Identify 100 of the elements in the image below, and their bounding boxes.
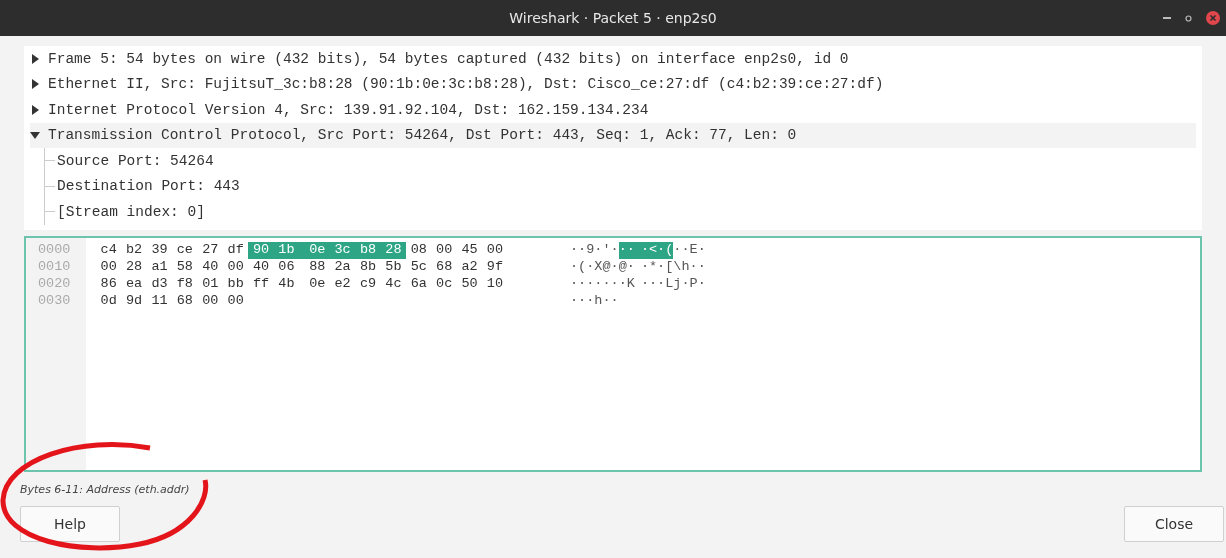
ascii-char[interactable]: @ <box>602 259 611 276</box>
collapse-arrow-icon[interactable] <box>30 130 40 141</box>
hex-byte[interactable]: d3 <box>146 276 173 293</box>
tree-item[interactable]: Ethernet II, Src: FujitsuT_3c:b8:28 (90:1b:0e:3c:b8:28), Dst: Cisco_ce:27:df (c4:b2:39:ce:27:df) <box>30 71 1196 97</box>
ascii-char[interactable]: · <box>697 276 706 293</box>
ascii-char[interactable]: ' <box>602 242 611 259</box>
hex-byte[interactable]: 8b <box>355 259 381 276</box>
hex-byte[interactable]: 68 <box>431 259 457 276</box>
ascii-char[interactable]: · <box>610 276 619 293</box>
hex-byte[interactable]: 86 <box>96 276 122 293</box>
ascii-char[interactable]: · <box>697 242 706 259</box>
hex-byte[interactable]: 08 <box>406 242 432 259</box>
ascii-char[interactable]: h <box>681 259 690 276</box>
ascii-char[interactable]: h <box>594 293 603 310</box>
hex-byte[interactable]: 40 <box>197 259 223 276</box>
hex-byte[interactable]: 00 <box>222 259 249 276</box>
hex-byte[interactable]: 28 <box>121 259 147 276</box>
hex-byte[interactable]: 68 <box>172 293 198 310</box>
ascii-char[interactable]: 9 <box>586 242 595 259</box>
hex-byte[interactable]: 39 <box>146 242 173 259</box>
expand-arrow-icon[interactable] <box>30 79 40 90</box>
hex-byte[interactable]: 11 <box>146 293 173 310</box>
ascii-char[interactable]: · <box>570 293 579 310</box>
hex-byte[interactable]: c4 <box>96 242 122 259</box>
tree-item[interactable]: Internet Protocol Version 4, Src: 139.91.92.104, Dst: 162.159.134.234 <box>30 97 1196 123</box>
ascii-char[interactable]: · <box>578 293 587 310</box>
hex-byte[interactable]: 58 <box>172 259 198 276</box>
hex-byte[interactable]: ce <box>172 242 198 259</box>
ascii-char[interactable]: · <box>618 276 627 293</box>
ascii-char[interactable]: · <box>570 276 579 293</box>
hex-byte[interactable]: 9d <box>121 293 147 310</box>
ascii-char[interactable]: · <box>586 259 595 276</box>
hex-byte[interactable]: 0e <box>304 276 330 293</box>
hex-byte[interactable]: c9 <box>355 276 381 293</box>
ascii-char[interactable]: K <box>626 276 641 293</box>
ascii-char[interactable]: · <box>610 293 619 310</box>
hex-byte[interactable]: 01 <box>197 276 223 293</box>
ascii-char[interactable]: · <box>610 259 619 276</box>
hex-byte[interactable]: 00 <box>431 242 457 259</box>
ascii-char[interactable]: · <box>610 242 619 259</box>
tree-item[interactable]: Destination Port: 443 <box>44 173 1196 199</box>
tree-item[interactable]: [Stream index: 0] <box>44 199 1196 225</box>
hex-byte[interactable]: 5c <box>406 259 432 276</box>
hex-byte[interactable]: ea <box>121 276 147 293</box>
ascii-char[interactable]: E <box>689 242 698 259</box>
hex-byte[interactable]: 2a <box>329 259 356 276</box>
ascii-char[interactable]: · <box>586 293 595 310</box>
ascii-char[interactable]: · <box>578 276 587 293</box>
ascii-char[interactable]: · <box>594 276 603 293</box>
ascii-char[interactable]: · <box>578 242 587 259</box>
close-button[interactable]: Close <box>1124 506 1224 542</box>
hex-byte[interactable]: 00 <box>96 259 122 276</box>
hex-byte[interactable]: 50 <box>456 276 483 293</box>
ascii-char[interactable]: · <box>640 259 649 276</box>
ascii-char[interactable]: · <box>689 259 698 276</box>
ascii-char[interactable]: · <box>649 276 658 293</box>
ascii-char[interactable]: P <box>689 276 698 293</box>
hex-byte[interactable]: 40 <box>248 259 274 276</box>
ascii-char[interactable]: · <box>681 242 690 259</box>
hex-byte[interactable]: b2 <box>121 242 147 259</box>
help-button[interactable]: Help <box>20 506 120 542</box>
ascii-char[interactable]: ( <box>578 259 587 276</box>
hex-byte[interactable]: ff <box>248 276 274 293</box>
hex-byte[interactable]: 4b <box>273 276 305 293</box>
ascii-char[interactable]: \ <box>673 259 682 276</box>
ascii-char[interactable]: · <box>594 242 603 259</box>
ascii-char[interactable]: · <box>657 276 666 293</box>
close-icon[interactable] <box>1206 11 1220 25</box>
hex-byte[interactable]: 00 <box>222 293 249 310</box>
hex-byte[interactable]: 10 <box>482 276 508 293</box>
ascii-char[interactable]: · <box>570 242 579 259</box>
hex-byte[interactable]: 27 <box>197 242 223 259</box>
hex-byte[interactable]: 6a <box>406 276 432 293</box>
hex-byte[interactable]: 45 <box>456 242 483 259</box>
maximize-icon[interactable] <box>1185 14 1192 22</box>
ascii-char[interactable]: · <box>626 259 641 276</box>
ascii-char[interactable]: · <box>681 276 690 293</box>
hex-byte[interactable]: 0d <box>96 293 122 310</box>
ascii-char[interactable]: X <box>594 259 603 276</box>
ascii-char[interactable]: · <box>602 276 611 293</box>
tree-item[interactable]: Frame 5: 54 bytes on wire (432 bits), 54 bytes captured (432 bits) on interface enp2s0, id 0 <box>30 46 1196 72</box>
ascii-char[interactable]: * <box>649 259 658 276</box>
hex-byte[interactable]: 0c <box>431 276 457 293</box>
hex-byte[interactable]: 9f <box>482 259 508 276</box>
ascii-char[interactable]: · <box>640 276 649 293</box>
tree-item[interactable]: Source Port: 54264 <box>44 148 1196 174</box>
ascii-char[interactable]: · <box>657 259 666 276</box>
ascii-char[interactable]: [ <box>665 259 674 276</box>
hex-byte[interactable]: 00 <box>482 242 508 259</box>
hex-byte[interactable]: a1 <box>146 259 173 276</box>
hex-byte[interactable]: 88 <box>304 259 330 276</box>
hex-byte[interactable]: 06 <box>273 259 305 276</box>
hex-byte[interactable]: a2 <box>456 259 483 276</box>
hex-byte[interactable]: 5b <box>380 259 407 276</box>
ascii-char[interactable]: · <box>570 259 579 276</box>
expand-arrow-icon[interactable] <box>30 53 40 64</box>
ascii-char[interactable]: j <box>673 276 682 293</box>
tree-item[interactable]: Transmission Control Protocol, Src Port: 54264, Dst Port: 443, Seq: 1, Ack: 77, Len: 0 <box>30 122 1196 148</box>
ascii-char[interactable]: · <box>697 259 706 276</box>
ascii-char[interactable]: L <box>665 276 674 293</box>
